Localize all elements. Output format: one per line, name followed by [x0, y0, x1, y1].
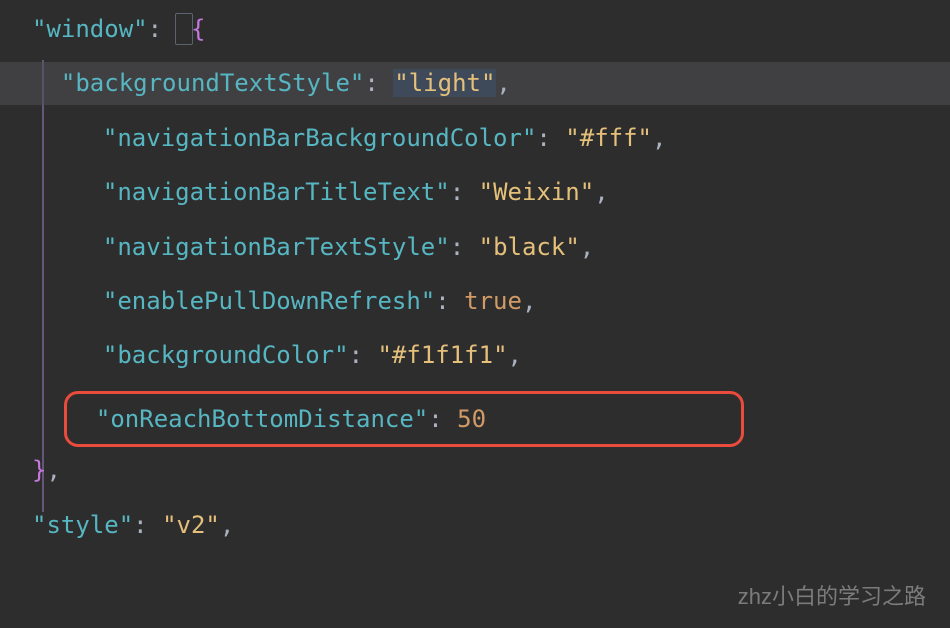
code-line[interactable]: "navigationBarTextStyle": "black", — [32, 226, 950, 268]
code-line[interactable]: }, — [32, 449, 950, 491]
json-key: navigationBarBackgroundColor — [117, 124, 522, 152]
json-key: navigationBarTitleText — [117, 178, 435, 206]
code-line[interactable]: "enablePullDownRefresh": true, — [32, 280, 950, 322]
code-line-highlighted[interactable]: "backgroundTextStyle": "light", — [0, 62, 950, 104]
selected-text: "light" — [393, 69, 496, 97]
json-value: black — [493, 233, 565, 261]
code-line[interactable]: "navigationBarBackgroundColor": "#fff", — [32, 117, 950, 159]
code-line[interactable]: "style": "v2", — [32, 504, 950, 546]
json-value: v2 — [177, 511, 206, 539]
matching-bracket-hint — [177, 15, 191, 43]
code-line[interactable]: "backgroundColor": "#f1f1f1", — [32, 334, 950, 376]
json-key: navigationBarTextStyle — [117, 233, 435, 261]
open-brace: { — [191, 15, 205, 43]
close-brace: } — [32, 456, 46, 484]
json-value: 50 — [457, 405, 486, 433]
json-key: window — [46, 15, 133, 43]
json-value: #fff — [580, 124, 638, 152]
code-line[interactable]: "window": { — [32, 8, 950, 50]
json-key: enablePullDownRefresh — [117, 287, 420, 315]
watermark-text: zhz小白的学习之路 — [738, 579, 926, 614]
json-value: #f1f1f1 — [392, 341, 493, 369]
json-value: true — [464, 287, 522, 315]
highlight-box: "onReachBottomDistance": 50 — [64, 391, 744, 447]
code-editor[interactable]: "window": { "backgroundTextStyle": "ligh… — [0, 0, 950, 554]
json-key: onReachBottomDistance — [110, 405, 413, 433]
json-value: Weixin — [493, 178, 580, 206]
code-line[interactable]: "navigationBarTitleText": "Weixin", — [32, 171, 950, 213]
code-line-emphasized[interactable]: "onReachBottomDistance": 50 — [32, 389, 950, 449]
json-key: style — [46, 511, 118, 539]
json-key: backgroundTextStyle — [75, 69, 350, 97]
json-key: backgroundColor — [117, 341, 334, 369]
